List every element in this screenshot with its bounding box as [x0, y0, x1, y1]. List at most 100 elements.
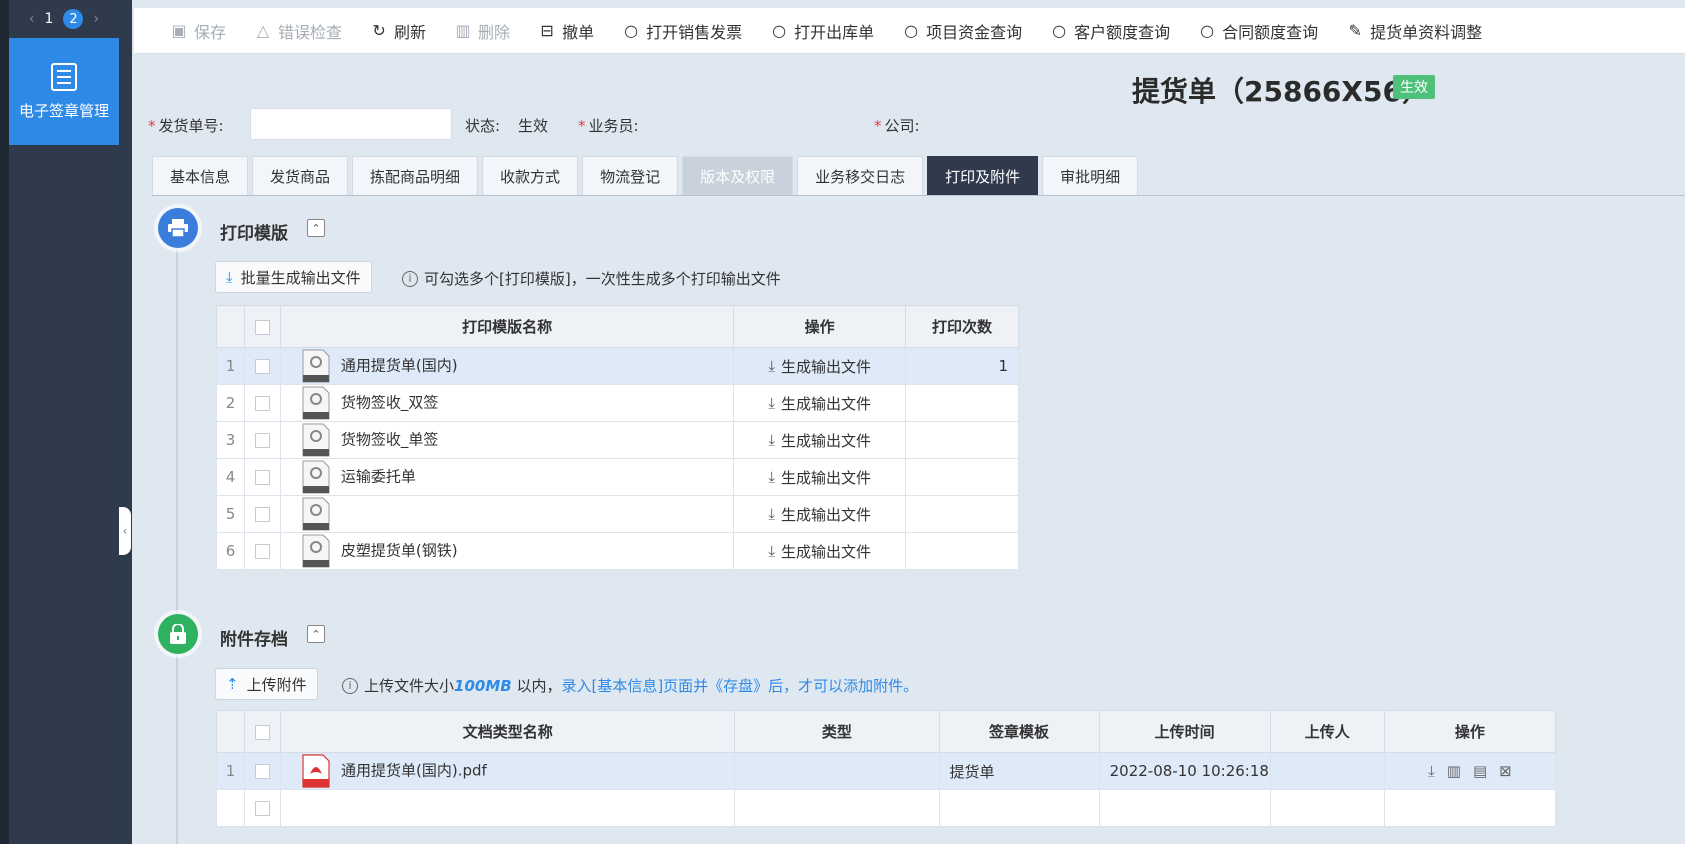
seal-template: 提货单	[938, 752, 1100, 790]
row-index: 1	[216, 347, 245, 385]
sidebar-edge	[0, 0, 9, 844]
toolbar-button-label: 刷新	[394, 22, 427, 42]
download-icon: ⤓	[768, 542, 775, 560]
page-title: 提货单（25866X56）	[1132, 75, 1430, 108]
toolbar-button-6[interactable]: ○ 打开出库单	[756, 8, 888, 54]
toolbar-button-3[interactable]: ▥ 删除	[440, 8, 524, 54]
pager-prev-icon[interactable]: ‹	[29, 11, 35, 27]
action-cell: ⤓ 生成输出文件	[733, 347, 907, 385]
download-icon[interactable]: ⤓	[1428, 762, 1435, 780]
toolbar-button-10[interactable]: ✎ 提货单资料调整	[1332, 8, 1496, 54]
row-checkbox[interactable]	[244, 752, 282, 790]
system-file-icon	[302, 460, 330, 494]
template-name-cell: 皮塑提货单(钢铁)	[279, 532, 735, 570]
document-list-icon	[51, 63, 77, 91]
toolbar-button-7[interactable]: ○ 项目资金查询	[888, 8, 1036, 54]
generate-output-button[interactable]: ⤓ 生成输出文件	[768, 430, 871, 451]
upload-time: 2022-08-10 10:26:18	[1098, 752, 1271, 790]
empty-cell	[1383, 789, 1557, 827]
generate-output-button[interactable]: ⤓ 生成输出文件	[768, 356, 871, 377]
row-index: 6	[216, 532, 245, 570]
template-name: 通用提货单(国内)	[340, 356, 458, 375]
toolbar-button-label: 保存	[194, 22, 227, 42]
table-row[interactable]: 1 通用提货单(国内) ⤓ 生成输出文件 1	[216, 347, 1019, 385]
print-count	[905, 495, 1019, 533]
table-row[interactable]: 4 运输委托单 ⤓ 生成输出文件	[216, 458, 1019, 496]
tab-4[interactable]: 物流登记	[582, 156, 679, 195]
col-upload-time: 上传时间	[1098, 710, 1271, 753]
chevron-left-icon: ‹	[122, 524, 128, 538]
tab-8[interactable]: 审批明细	[1042, 156, 1139, 195]
close-box-icon[interactable]: ⊠	[1499, 762, 1512, 780]
template-name: 货物签收_单签	[340, 430, 439, 449]
toolbar-button-4[interactable]: ⊟ 撤单	[524, 8, 608, 54]
search-icon: ○	[1200, 21, 1215, 40]
generate-output-label: 生成输出文件	[780, 505, 871, 524]
tab-6[interactable]: 业务移交日志	[797, 156, 924, 195]
print-section-collapse-icon[interactable]: ⌃	[307, 219, 325, 237]
system-file-icon	[302, 349, 330, 383]
col-print-count: 打印次数	[905, 305, 1019, 348]
tab-7[interactable]: 打印及附件	[927, 156, 1039, 195]
generate-output-button[interactable]: ⤓ 生成输出文件	[768, 541, 871, 562]
col-index	[215, 710, 246, 753]
system-file-icon	[302, 423, 330, 457]
col-template-name: 打印模版名称	[279, 305, 735, 348]
doc-name[interactable]: 通用提货单(国内).pdf	[341, 762, 487, 780]
uploader	[1269, 752, 1385, 790]
toolbar-button-label: 撤单	[562, 22, 595, 42]
sidebar-collapse-handle[interactable]: ‹	[119, 507, 131, 555]
row-checkbox[interactable]	[243, 421, 281, 459]
tab-1[interactable]: 发货商品	[252, 156, 349, 195]
row-checkbox[interactable]	[243, 347, 281, 385]
print-hint-text: 可勾选多个[打印模版]，一次性生成多个打印输出文件	[424, 270, 781, 288]
toolbar-button-8[interactable]: ○ 客户额度查询	[1036, 8, 1184, 54]
upload-attachment-button[interactable]: ⇡ 上传附件	[215, 668, 318, 700]
toolbar-button-5[interactable]: ○ 打开销售发票	[608, 8, 756, 54]
generate-output-button[interactable]: ⤓ 生成输出文件	[768, 467, 871, 488]
row-checkbox[interactable]	[243, 532, 281, 570]
order-no-input[interactable]	[250, 108, 452, 140]
salesman-label: * 业务员:	[578, 117, 639, 135]
tab-2[interactable]: 拣配商品明细	[352, 156, 479, 195]
table-row[interactable]: 2 货物签收_双签 ⤓ 生成输出文件	[216, 384, 1019, 422]
tab-3[interactable]: 收款方式	[482, 156, 579, 195]
batch-generate-button[interactable]: ⤓ 批量生成输出文件	[215, 261, 372, 293]
clipboard-icon[interactable]: ▤	[1473, 762, 1487, 780]
generate-output-button[interactable]: ⤓ 生成输出文件	[768, 504, 871, 525]
toolbar-button-1[interactable]: △ 错误检查	[240, 8, 356, 54]
status-badge: 生效	[1393, 75, 1435, 99]
table-row[interactable]: 1 通用提货单(国内).pdf 提货单 2022-08-10 10:26:18 ⤓ ▥ ▤ ⊠	[215, 752, 1557, 790]
toolbar-button-0[interactable]: ▣ 保存	[156, 8, 240, 54]
col-action: 操作	[733, 305, 907, 348]
info-icon: i	[342, 677, 358, 694]
attach-section-collapse-icon[interactable]: ⌃	[307, 625, 325, 643]
sidebar-item-e-seal[interactable]: 电子签章管理	[9, 38, 119, 145]
row-checkbox[interactable]	[243, 384, 281, 422]
status-label: 状态:	[465, 117, 501, 135]
tab-divider	[152, 195, 1685, 196]
col-index	[216, 305, 245, 348]
pager-next-icon[interactable]: ›	[93, 11, 99, 27]
table-row[interactable]: 5 ⤓ 生成输出文件	[216, 495, 1019, 533]
print-count	[905, 384, 1019, 422]
row-index: 4	[216, 458, 245, 496]
pager-page-1[interactable]: 1	[45, 11, 54, 27]
row-checkbox[interactable]	[243, 495, 281, 533]
attach-hint: i 上传文件大小100MB 以内，录入[基本信息]页面并《存盘》后，才可以添加附…	[342, 675, 918, 696]
col-uploader: 上传人	[1269, 710, 1385, 753]
download-icon: ⤓	[226, 268, 233, 286]
pager-page-2[interactable]: 2	[63, 9, 84, 29]
row-checkbox[interactable]	[244, 789, 282, 827]
select-all-checkbox[interactable]	[244, 710, 282, 753]
toolbar-button-2[interactable]: ↻ 刷新	[356, 8, 440, 54]
table-row[interactable]: 3 货物签收_单签 ⤓ 生成输出文件	[216, 421, 1019, 459]
download-icon: ⤓	[768, 468, 775, 486]
toolbar-button-9[interactable]: ○ 合同额度查询	[1184, 8, 1332, 54]
trash-icon[interactable]: ▥	[1447, 762, 1461, 780]
select-all-checkbox[interactable]	[243, 305, 281, 348]
row-checkbox[interactable]	[243, 458, 281, 496]
generate-output-button[interactable]: ⤓ 生成输出文件	[768, 393, 871, 414]
tab-0[interactable]: 基本信息	[152, 156, 249, 195]
table-row[interactable]: 6 皮塑提货单(钢铁) ⤓ 生成输出文件	[216, 532, 1019, 570]
